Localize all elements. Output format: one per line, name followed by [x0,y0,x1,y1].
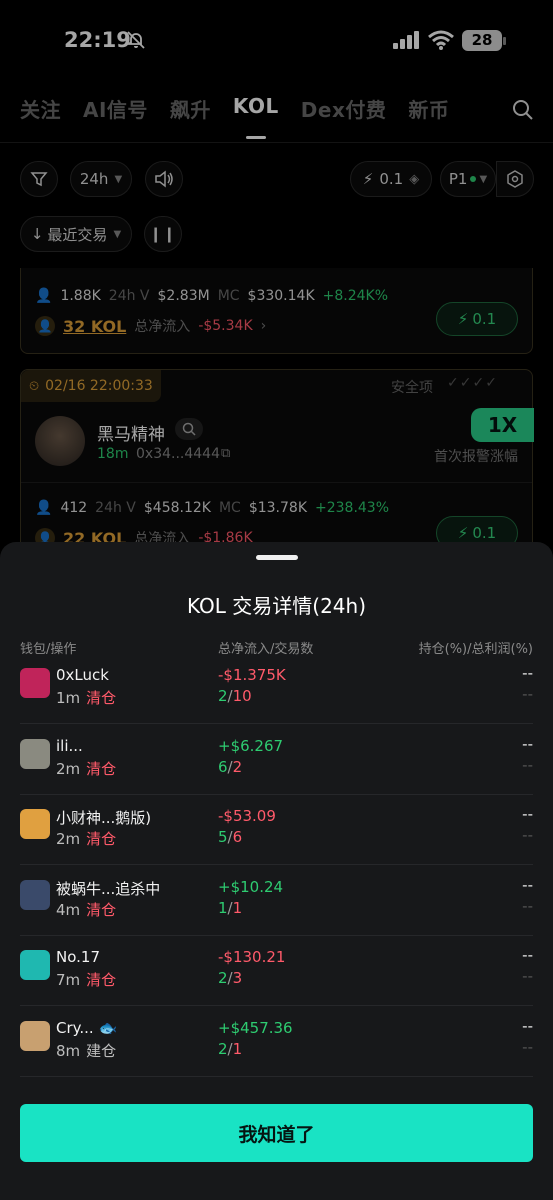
trade-age: 8m [56,1041,81,1060]
buy-count: 2 [218,969,228,987]
profit-percent: -- [522,1037,533,1056]
trade-action: 建仓 [86,1041,117,1060]
trade-age: 4m [56,900,81,919]
trade-action: 清仓 [86,971,117,989]
trade-action: 清仓 [86,759,117,778]
buy-count: 5 [218,828,228,846]
wallet-avatar [20,1020,50,1051]
holding-percent: -- [522,1016,533,1035]
buy-count: 2 [218,687,228,705]
kol-detail-sheet: KOL 交易详情(24h) 钱包/操作 总净流入/交易数 持仓(%)/总利润(%… [0,542,553,1200]
wallet-avatar [20,950,50,980]
wallet-name: 小财神...鹅版) [56,809,152,827]
trade-age: 7m [56,971,81,989]
wallet-avatar [20,879,50,910]
trade-action: 清仓 [86,900,117,919]
table-row[interactable]: 小财神...鹅版) 2m 清仓 -$53.09 5/6 -- -- [20,795,533,865]
trade-count: 2/1 [218,1040,242,1058]
sell-count: 1 [232,1039,243,1058]
wallet-activity: 7m 清仓 [56,969,116,990]
sell-count: 2 [232,757,243,776]
net-flow: +$6.267 [218,736,284,755]
sell-count: 3 [232,969,243,987]
trade-count: 6/2 [218,758,242,776]
profit-percent: -- [522,896,533,915]
trade-count: 5/6 [218,828,242,846]
buy-count: 1 [218,898,228,917]
table-row[interactable]: No.17 7m 清仓 -$130.21 2/3 -- -- [20,936,533,1006]
sell-count: 1 [232,898,243,917]
wallet-activity: 4m 清仓 [56,899,116,920]
buy-count: 6 [218,757,228,776]
net-flow: +$457.36 [218,1018,293,1037]
table-row[interactable]: 0xLuck 1m 清仓 -$1.375K 2/10 -- -- [20,654,533,724]
wallet-name: ili... [56,736,83,755]
trade-count: 2/3 [218,969,242,987]
holding-percent: -- [522,734,533,753]
buy-count: 2 [218,1039,228,1058]
net-flow: -$53.09 [218,807,276,825]
profit-percent: -- [522,967,533,985]
trade-action: 清仓 [86,830,117,848]
holding-percent: -- [522,664,533,682]
table-row[interactable]: 被蜗牛...追杀中 4m 清仓 +$10.24 1/1 -- -- [20,866,533,936]
sell-count: 10 [232,687,252,705]
wallet-name: No.17 [56,948,100,966]
holding-percent: -- [522,805,533,823]
wallet-activity: 8m 建仓 [56,1040,116,1061]
wallet-avatar [20,809,50,839]
table-row[interactable]: ili... 2m 清仓 +$6.267 6/2 -- -- [20,725,533,795]
confirm-button[interactable]: 我知道了 [20,1104,533,1162]
holding-percent: -- [522,946,533,964]
trade-count: 1/1 [218,899,242,917]
trade-age: 2m [56,759,81,778]
trade-age: 1m [56,689,81,707]
wallet-avatar [20,668,50,698]
wallet-activity: 2m 清仓 [56,828,116,849]
wallet-avatar [20,738,50,769]
net-flow: +$10.24 [218,877,284,896]
wallet-activity: 2m 清仓 [56,758,116,779]
profit-percent: -- [522,755,533,774]
net-flow: -$130.21 [218,948,286,966]
holding-percent: -- [522,875,533,894]
trade-age: 2m [56,830,81,848]
net-flow: -$1.375K [218,666,286,684]
wallet-name: 0xLuck [56,666,109,684]
wallet-name: 被蜗牛...追杀中 [56,879,161,898]
sell-count: 6 [232,828,243,846]
wallet-activity: 1m 清仓 [56,687,116,708]
trade-action: 清仓 [86,689,117,707]
profit-percent: -- [522,826,533,844]
profit-percent: -- [522,685,533,703]
trade-count: 2/10 [218,687,252,705]
sheet-drag-handle[interactable] [256,555,298,560]
table-row[interactable]: Cry... 🐟 8m 建仓 +$457.36 2/1 -- -- [20,1007,533,1077]
wallet-name: Cry... 🐟 [56,1018,118,1037]
sheet-title: KOL 交易详情(24h) [187,594,366,618]
